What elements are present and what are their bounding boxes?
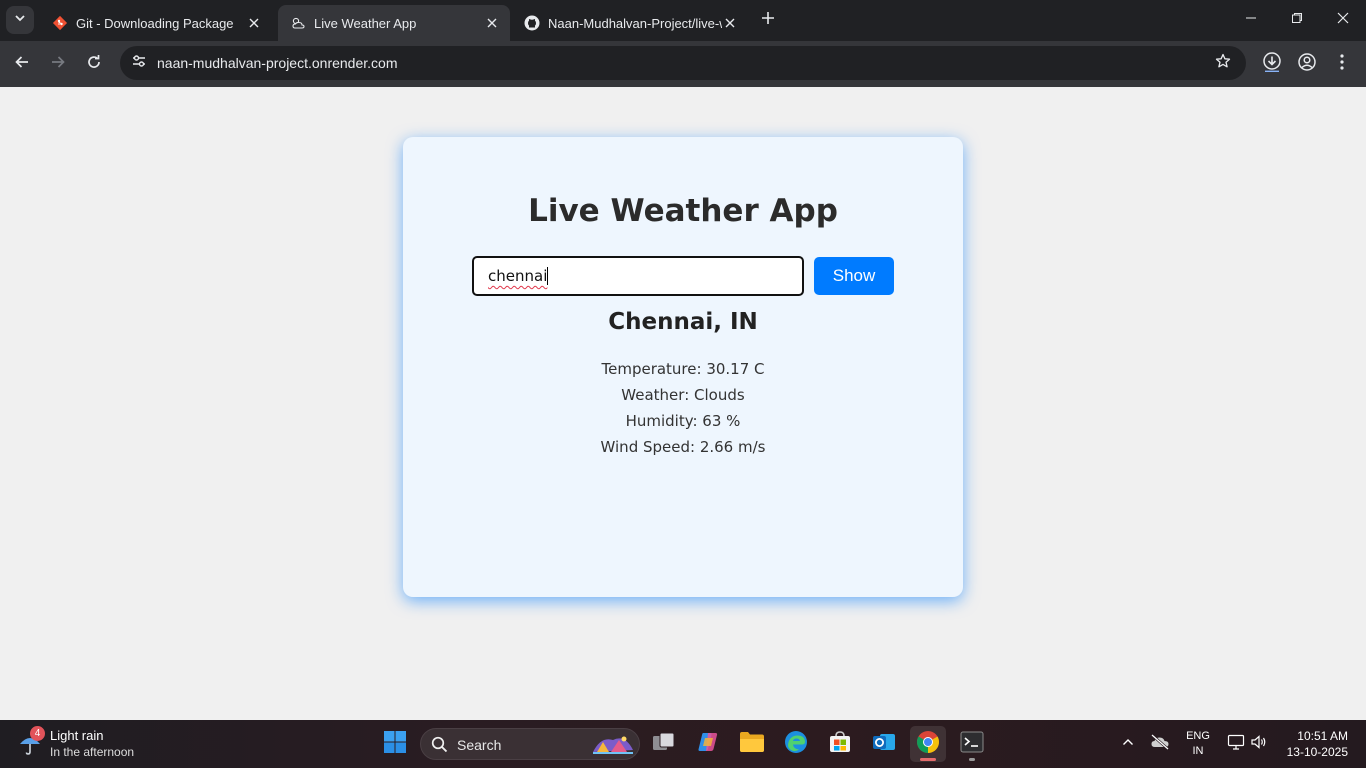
back-button[interactable] xyxy=(7,49,37,79)
browser-tab-bar: Git - Downloading Package Live Weather A… xyxy=(0,0,1366,41)
close-window-button[interactable] xyxy=(1320,0,1366,40)
taskbar-search[interactable]: Search xyxy=(420,728,640,760)
cloud-sun-icon xyxy=(290,15,306,31)
city-search-input[interactable]: chennai xyxy=(472,256,804,296)
forward-button[interactable] xyxy=(43,49,73,79)
copilot-icon xyxy=(696,730,720,759)
microsoft-store-app[interactable] xyxy=(822,726,858,762)
browser-menu-button[interactable] xyxy=(1327,49,1357,79)
tab-git-download[interactable]: Git - Downloading Package xyxy=(40,5,272,41)
show-hidden-icons-button[interactable] xyxy=(1117,732,1139,756)
page-viewport: Live Weather App chennai Show Chennai, I… xyxy=(0,87,1366,720)
reload-button[interactable] xyxy=(79,49,109,79)
tab-search-button[interactable] xyxy=(6,6,34,34)
site-info-button[interactable] xyxy=(126,50,152,76)
onedrive-status[interactable] xyxy=(1149,732,1171,756)
tune-icon xyxy=(131,53,147,74)
temperature-text: Temperature: 30.17 C xyxy=(601,360,765,378)
start-button[interactable] xyxy=(377,726,413,762)
reload-icon xyxy=(86,54,102,75)
city-input-value: chennai xyxy=(488,267,548,285)
cloud-off-icon xyxy=(1150,733,1170,755)
windows-logo-icon xyxy=(383,730,407,759)
bookmark-button[interactable] xyxy=(1212,52,1234,74)
close-tab-icon[interactable] xyxy=(246,15,262,31)
show-weather-button[interactable]: Show xyxy=(814,257,894,295)
kebab-menu-icon xyxy=(1340,53,1344,75)
tab-title: Git - Downloading Package xyxy=(76,15,234,31)
profile-button[interactable] xyxy=(1292,49,1322,79)
search-label: Search xyxy=(457,737,502,753)
weather-condition: Light rain xyxy=(50,728,104,743)
new-tab-button[interactable] xyxy=(756,8,780,32)
task-view-button[interactable] xyxy=(646,726,682,762)
arrow-left-icon xyxy=(14,54,30,75)
city-name-heading: Chennai, IN xyxy=(608,309,758,335)
git-logo-icon xyxy=(52,15,68,31)
terminal-icon xyxy=(960,731,984,758)
chevron-down-icon xyxy=(14,11,26,29)
network-status[interactable] xyxy=(1225,732,1247,756)
terminal-app[interactable] xyxy=(954,726,990,762)
windows-taskbar: 4 Light rain In the afternoon Search ENG… xyxy=(0,720,1366,768)
url-text: naan-mudhalvan-project.onrender.com xyxy=(157,55,398,71)
plus-icon xyxy=(761,11,775,30)
address-bar[interactable]: naan-mudhalvan-project.onrender.com xyxy=(120,46,1246,80)
store-icon xyxy=(828,730,852,759)
minimize-button[interactable] xyxy=(1228,0,1274,40)
task-view-icon xyxy=(652,731,676,758)
arrow-right-icon xyxy=(50,54,66,75)
running-indicator xyxy=(920,758,936,761)
text-caret xyxy=(547,267,549,285)
downloads-button[interactable] xyxy=(1257,49,1287,79)
edge-browser-app[interactable] xyxy=(778,726,814,762)
restore-icon xyxy=(1291,11,1303,29)
close-icon xyxy=(1337,11,1349,29)
tab-live-weather-app[interactable]: Live Weather App xyxy=(278,5,510,41)
close-tab-icon[interactable] xyxy=(722,15,738,31)
tab-title: Live Weather App xyxy=(314,15,417,31)
chrome-logo-icon xyxy=(916,730,940,759)
weather-forecast: In the afternoon xyxy=(50,745,135,759)
restore-button[interactable] xyxy=(1274,0,1320,40)
search-icon xyxy=(431,736,448,758)
chevron-up-icon xyxy=(1122,735,1134,753)
minimize-icon xyxy=(1245,11,1257,29)
network-ethernet-icon xyxy=(1227,734,1245,755)
speaker-icon xyxy=(1250,734,1268,755)
clock-date: 13-10-2025 xyxy=(1286,745,1348,759)
weather-widget[interactable]: 4 Light rain In the afternoon xyxy=(16,726,156,762)
outlook-app[interactable] xyxy=(866,726,902,762)
running-indicator xyxy=(969,758,975,761)
browser-toolbar: naan-mudhalvan-project.onrender.com xyxy=(0,41,1366,87)
humidity-text: Humidity: 63 % xyxy=(625,412,741,430)
region-code: IN xyxy=(1192,745,1204,757)
app-title: Live Weather App xyxy=(528,193,838,229)
chrome-app[interactable] xyxy=(910,726,946,762)
tab-title: Naan-Mudhalvan-Project/live-w xyxy=(548,15,722,31)
account-icon xyxy=(1298,52,1316,76)
close-tab-icon[interactable] xyxy=(484,15,500,31)
wind-speed-text: Wind Speed: 2.66 m/s xyxy=(600,438,766,456)
input-language-indicator[interactable]: ENG IN xyxy=(1184,729,1212,759)
outlook-icon xyxy=(872,730,896,759)
edge-logo-icon xyxy=(784,730,808,759)
weather-alert-badge: 4 xyxy=(30,726,45,741)
file-explorer-app[interactable] xyxy=(734,726,770,762)
system-clock[interactable]: 10:51 AM 13-10-2025 xyxy=(1276,728,1348,760)
download-icon xyxy=(1262,51,1282,77)
star-icon xyxy=(1215,53,1231,74)
weather-condition-text: Weather: Clouds xyxy=(621,386,745,404)
language-code: ENG xyxy=(1186,730,1210,742)
volume-control[interactable] xyxy=(1248,732,1270,756)
tab-github-repo[interactable]: Naan-Mudhalvan-Project/live-w xyxy=(512,5,748,41)
clock-time: 10:51 AM xyxy=(1297,729,1348,743)
copilot-app[interactable] xyxy=(690,726,726,762)
weather-card: Live Weather App chennai Show Chennai, I… xyxy=(403,137,963,597)
github-logo-icon xyxy=(524,15,540,31)
search-highlight-illustration-icon xyxy=(591,732,635,761)
folder-icon xyxy=(739,731,765,758)
